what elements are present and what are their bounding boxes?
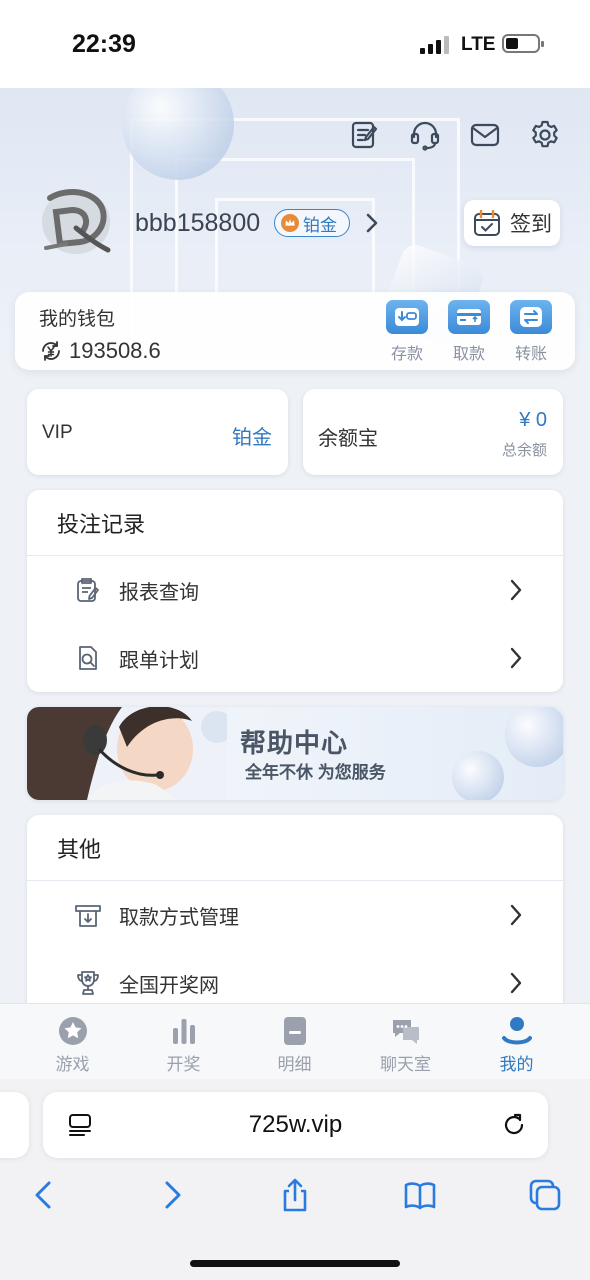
network-label: LTE <box>461 34 496 55</box>
share-icon <box>283 1178 307 1212</box>
list-item-label: 跟单计划 <box>119 649 199 672</box>
previous-tab-preview[interactable] <box>0 1092 29 1158</box>
wallet-title: 我的钱包 <box>39 309 116 330</box>
withdraw-method-icon <box>73 900 103 930</box>
list-item-label: 全国开奖网 <box>119 974 219 997</box>
home-indicator <box>190 1260 400 1267</box>
withdraw-label: 取款 <box>452 346 485 363</box>
vip-level-label: 铂金 <box>303 215 337 235</box>
star-icon <box>56 1016 90 1046</box>
username: bbb158800 <box>135 209 261 237</box>
lottery-ball-decor <box>505 707 563 767</box>
chevron-right-icon <box>165 1181 181 1209</box>
yuan-refresh-icon[interactable] <box>39 339 63 363</box>
list-item-report-query[interactable]: 报表查询 <box>27 556 563 624</box>
status-bar: 22:39 LTE <box>0 0 590 88</box>
tab-draws[interactable]: 开奖 <box>128 1004 239 1079</box>
yuebao-card[interactable]: 余额宝 ¥ 0 总余额 <box>303 389 563 475</box>
help-center-banner[interactable]: 帮助中心 全年不休 为您服务 <box>27 707 563 800</box>
yuebao-label: 余额宝 <box>318 428 378 450</box>
other-section: 其他 取款方式管理 全国开奖网 <box>27 815 563 1025</box>
bar-chart-icon <box>167 1016 201 1046</box>
tab-label: 聊天室 <box>380 1055 431 1074</box>
crown-icon <box>281 214 299 232</box>
book-icon <box>404 1182 436 1210</box>
section-title: 投注记录 <box>27 490 563 556</box>
transfer-button[interactable]: 转账 <box>509 300 553 364</box>
tab-chatroom[interactable]: 聊天室 <box>350 1004 461 1079</box>
document-icon <box>278 1016 312 1046</box>
tab-details[interactable]: 明细 <box>239 1004 350 1079</box>
report-icon <box>73 575 103 605</box>
deposit-label: 存款 <box>390 346 423 363</box>
vip-level-badge: 铂金 <box>274 209 350 237</box>
url-text[interactable]: 725w.vip <box>43 1111 548 1139</box>
wallet-balance: 193508.6 <box>39 338 161 364</box>
avatar[interactable] <box>36 182 114 260</box>
transfer-label: 转账 <box>514 346 547 363</box>
tab-label: 游戏 <box>55 1055 90 1074</box>
back-button[interactable] <box>24 1175 64 1215</box>
tab-label: 明细 <box>277 1055 312 1074</box>
banner-subtitle: 全年不休 为您服务 <box>245 763 386 782</box>
lottery-ball-decor <box>452 751 504 800</box>
share-button[interactable] <box>275 1175 315 1215</box>
list-item-follow-plan[interactable]: 跟单计划 <box>27 624 563 692</box>
signal-icon <box>420 36 449 54</box>
deposit-button[interactable]: 存款 <box>385 300 429 364</box>
chevron-right-icon <box>510 579 522 601</box>
yuebao-amount: ¥ 0 <box>519 409 547 431</box>
wallet-balance-value: 193508.6 <box>69 338 161 363</box>
signin-button[interactable]: 签到 <box>464 200 560 246</box>
banner-title: 帮助中心 <box>240 728 349 758</box>
mail-icon[interactable] <box>468 118 502 152</box>
list-item-label: 取款方式管理 <box>119 906 239 929</box>
vip-card[interactable]: VIP 铂金 <box>27 389 288 475</box>
tabs-button[interactable] <box>525 1175 565 1215</box>
status-time: 22:39 <box>72 30 136 58</box>
withdraw-button[interactable]: 取款 <box>447 300 491 364</box>
chat-icon <box>389 1016 423 1046</box>
tab-mine[interactable]: 我的 <box>461 1004 572 1079</box>
tab-label: 我的 <box>499 1055 534 1074</box>
bookmarks-button[interactable] <box>400 1175 440 1215</box>
vip-label: VIP <box>42 422 73 443</box>
chevron-right-icon <box>510 647 522 669</box>
deposit-icon <box>386 300 428 334</box>
search-doc-icon <box>73 643 103 673</box>
customer-service-agent-image <box>27 707 227 800</box>
trophy-icon <box>73 968 103 998</box>
tabs-icon <box>529 1179 561 1211</box>
transfer-icon <box>510 300 552 334</box>
list-item-withdraw-method[interactable]: 取款方式管理 <box>27 881 563 949</box>
section-title: 其他 <box>27 815 563 881</box>
address-bar[interactable]: 725w.vip <box>43 1092 548 1158</box>
withdraw-icon <box>448 300 490 334</box>
tab-label: 开奖 <box>166 1055 201 1074</box>
tab-games[interactable]: 游戏 <box>17 1004 128 1079</box>
chevron-right-icon <box>510 972 522 994</box>
gear-icon[interactable] <box>528 118 562 152</box>
forward-button[interactable] <box>152 1175 192 1215</box>
browser-toolbar: 725w.vip <box>0 1079 590 1280</box>
headset-icon[interactable] <box>408 118 442 152</box>
vip-value: 铂金 <box>232 427 272 449</box>
chevron-left-icon <box>35 1181 51 1209</box>
reload-icon[interactable] <box>500 1111 528 1139</box>
user-icon <box>500 1016 534 1046</box>
yuebao-sub-label: 总余额 <box>501 442 547 459</box>
battery-icon <box>502 34 544 53</box>
bottom-tab-bar: 游戏 开奖 明细 聊天室 我的 <box>0 1003 590 1079</box>
calendar-check-icon <box>474 209 500 236</box>
chevron-right-icon <box>510 904 522 926</box>
wallet-card: 我的钱包 193508.6 存款 取款 转账 <box>15 292 575 370</box>
list-item-label: 报表查询 <box>119 581 199 604</box>
chevron-right-icon[interactable] <box>365 212 379 234</box>
signin-label: 签到 <box>510 213 552 236</box>
bet-records-section: 投注记录 报表查询 跟单计划 <box>27 490 563 692</box>
edit-icon[interactable] <box>348 118 382 152</box>
